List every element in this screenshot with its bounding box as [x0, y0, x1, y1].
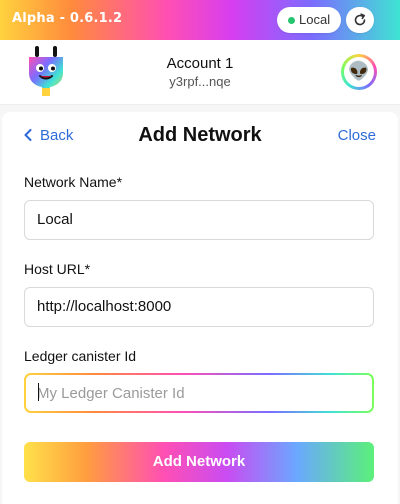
account-name: Account 1: [166, 55, 234, 72]
add-network-form: Back Add Network Close Network Name* Loc…: [2, 112, 398, 504]
account-header: Account 1 y3rpf...nqe 👽: [0, 40, 400, 105]
network-status-dot: [288, 17, 295, 24]
top-bar: Alpha - 0.6.1.2 Local: [0, 0, 400, 40]
app-version: Alpha - 0.6.1.2: [12, 11, 123, 26]
host-url-label: Host URL*: [24, 261, 91, 277]
refresh-button[interactable]: [346, 7, 374, 33]
ledger-canister-input[interactable]: [26, 375, 372, 411]
network-name-label: Network Name*: [24, 174, 123, 190]
ledger-canister-label: Ledger canister Id: [24, 348, 137, 364]
refresh-icon: [354, 13, 366, 26]
alien-avatar-icon: 👽: [344, 57, 374, 87]
close-button[interactable]: Close: [338, 127, 376, 144]
add-network-button[interactable]: Add Network: [24, 442, 374, 482]
wallet-popup: Alpha - 0.6.1.2 Local Account 1 y3rpf...…: [0, 0, 400, 504]
account-avatar[interactable]: 👽: [341, 54, 377, 90]
network-selector[interactable]: Local: [277, 7, 341, 33]
host-url-input[interactable]: http://localhost:8000: [24, 287, 374, 327]
network-label: Local: [299, 12, 331, 27]
account-address[interactable]: y3rpf...nqe: [0, 74, 400, 89]
ledger-canister-field: [24, 373, 374, 413]
network-name-input[interactable]: Local: [24, 200, 374, 240]
text-caret: [38, 383, 39, 401]
